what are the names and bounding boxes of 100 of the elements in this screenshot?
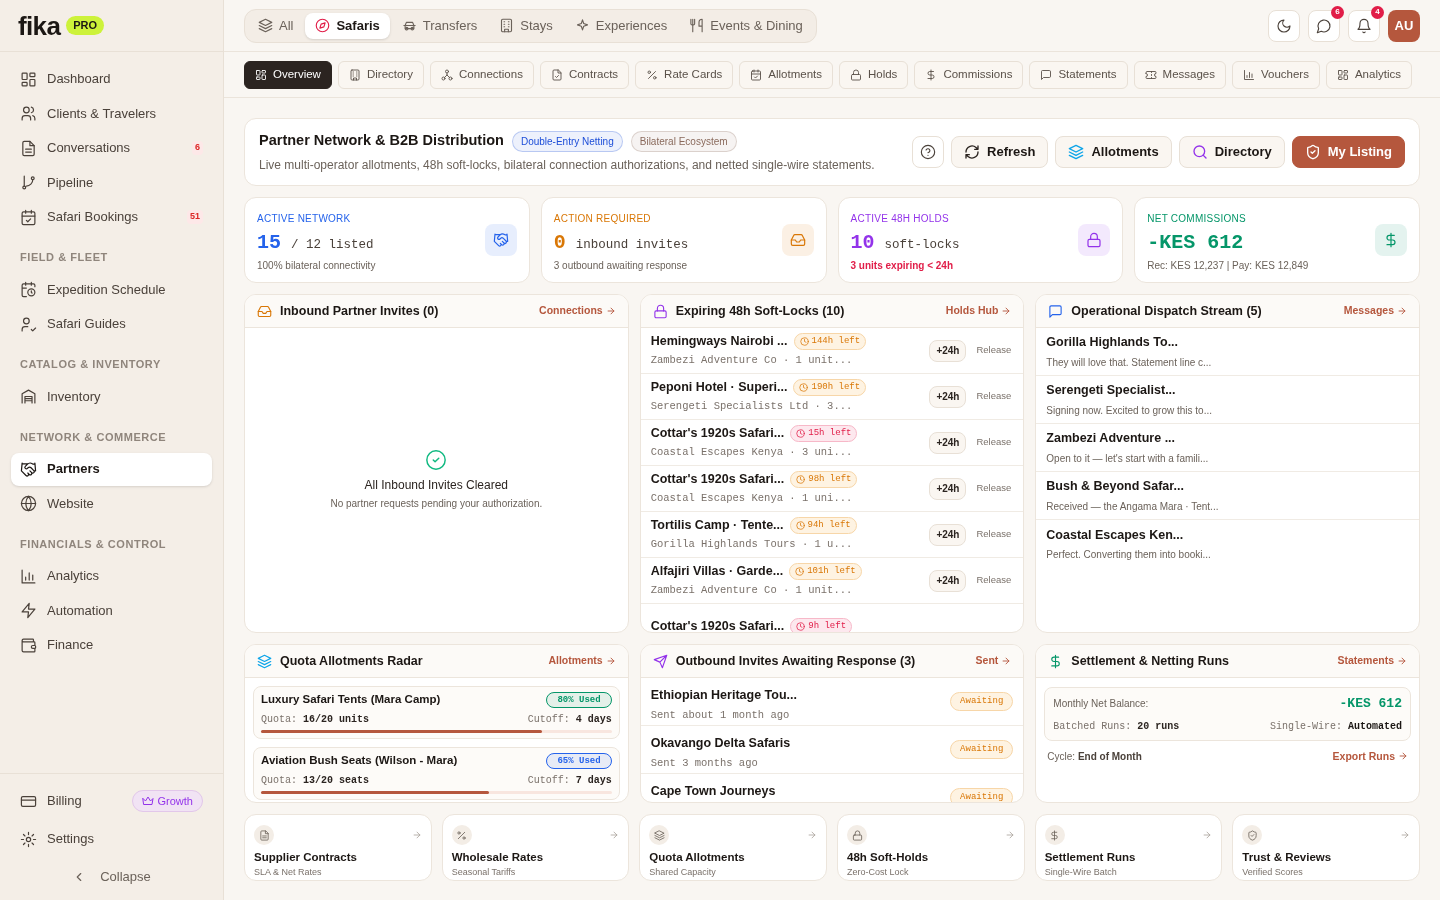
shortcut-card[interactable]: Trust & Reviews Verified Scores [1232, 814, 1420, 881]
action-button[interactable]: Allotments [1055, 136, 1172, 168]
message-row[interactable]: Serengeti Specialist... Signing now. Excited to grow this to... [1036, 376, 1419, 424]
message-row[interactable]: Bush & Beyond Safar... Received — the Angama Mara · Tent... [1036, 472, 1419, 520]
hold-subtitle: Coastal Escapes Kenya · 3 uni... [650, 445, 854, 460]
collapse-button[interactable]: Collapse [11, 860, 212, 894]
action-button[interactable]: My Listing [1291, 136, 1405, 168]
action-button[interactable]: Directory [1178, 136, 1285, 168]
utensils-icon [689, 18, 705, 33]
extend-button[interactable]: +24h [929, 431, 967, 454]
hold-title: Cottar's 1920s Safari... [650, 425, 785, 443]
category-tab[interactable]: Stays [489, 12, 563, 39]
nav-item[interactable]: Pipeline [11, 166, 212, 199]
nav-item[interactable]: Expedition Schedule [11, 273, 212, 306]
extend-button[interactable]: +24h [929, 339, 967, 362]
cycle-text: Cycle: End of Month [1047, 749, 1142, 764]
nav-item[interactable]: Automation [11, 594, 212, 627]
message-row[interactable]: Zambezi Adventure ... Open to it — let's start with a famili... [1036, 424, 1419, 472]
extend-button[interactable]: +24h [929, 523, 967, 546]
shortcut-card[interactable]: Wholesale Rates Seasonal Tariffs [441, 814, 630, 881]
subtab[interactable]: Connections [429, 60, 534, 89]
shortcut-card[interactable]: Supplier Contracts SLA & Net Rates [244, 814, 432, 881]
message-preview: Received — the Angama Mara · Tent... [1046, 499, 1220, 514]
release-button[interactable]: Release [976, 527, 1012, 542]
status-badge: Awaiting [950, 787, 1014, 802]
nav-item[interactable]: Inventory [11, 380, 212, 413]
subtab[interactable]: Vouchers [1232, 60, 1320, 89]
category-tab[interactable]: Experiences [564, 12, 678, 39]
page-subtitle: Live multi-operator allotments, 48h soft-locks, bilateral connection authorizations, and netted single-wire statements. [259, 156, 875, 174]
user-avatar[interactable]: AU [1388, 9, 1420, 42]
wallet-icon [20, 636, 37, 654]
subtab[interactable]: Messages [1133, 60, 1226, 89]
category-tab[interactable]: Transfers [391, 12, 488, 39]
category-tab[interactable]: Safaris [305, 12, 390, 39]
action-button[interactable]: Refresh [951, 136, 1049, 168]
nav-item[interactable]: Settings [11, 822, 212, 856]
extend-button[interactable]: +24h [929, 385, 967, 408]
release-button[interactable]: Release [976, 573, 1012, 588]
hold-subtitle: Coastal Escapes Kenya · 1 uni... [650, 491, 854, 506]
nav-item[interactable]: Finance [11, 628, 212, 662]
message-row[interactable]: Coastal Escapes Ken... Perfect. Converting them into booki... [1036, 520, 1419, 568]
page-title: Partner Network & B2B Distribution [259, 131, 504, 151]
release-button[interactable]: Release [976, 435, 1012, 450]
help-button[interactable] [912, 136, 945, 168]
theme-toggle-button[interactable] [1268, 9, 1300, 42]
arrow-right-icon [605, 656, 616, 666]
category-tab[interactable]: Events & Dining [679, 12, 813, 39]
building-icon [20, 388, 37, 405]
nav-item[interactable]: Conversations 6 [11, 131, 212, 165]
billing-item[interactable]: Billing Growth [11, 784, 212, 818]
panel-link[interactable]: Holds Hub [945, 303, 1012, 319]
nav-item[interactable]: Analytics [11, 559, 212, 593]
clock-icon [799, 383, 809, 393]
layers-icon [1068, 144, 1085, 160]
shortcut-card[interactable]: Quota Allotments Shared Capacity [639, 814, 827, 881]
subtab[interactable]: Overview [244, 60, 332, 89]
export-link[interactable]: Export Runs [1332, 748, 1408, 765]
chat-icon [1316, 17, 1332, 34]
subtab[interactable]: Analytics [1325, 60, 1412, 89]
nav-item[interactable]: Partners [11, 452, 212, 486]
clock-icon [795, 567, 805, 577]
nav-item[interactable]: Safari Bookings 51 [11, 200, 212, 234]
stat-label: ACTION REQUIRED [553, 212, 652, 226]
usage-badge: 65% Used [546, 753, 612, 769]
time-badge: 15h left [790, 424, 858, 443]
message-row[interactable]: Gorilla Highlands To... They will love that. Statement line c... [1036, 328, 1419, 376]
message-preview: Signing now. Excited to grow this to... [1046, 403, 1213, 418]
extend-button[interactable]: +24h [929, 569, 967, 592]
nav-item[interactable]: Dashboard [11, 62, 212, 96]
count-badge: 4 [1371, 5, 1384, 19]
release-button[interactable]: Release [976, 389, 1012, 404]
subtab[interactable]: Contracts [539, 60, 630, 89]
category-tab[interactable]: All [248, 12, 304, 39]
release-button[interactable]: Release [976, 481, 1012, 496]
subtab[interactable]: Statements [1029, 60, 1128, 89]
panel-title: Expiring 48h Soft-Locks (10) [675, 302, 845, 320]
extend-button[interactable]: +24h [929, 477, 967, 500]
subtab[interactable]: Directory [337, 60, 424, 89]
nav-item[interactable]: Clients & Travelers [11, 97, 212, 130]
panel-link[interactable]: Connections [539, 303, 616, 319]
shortcut-subtitle: Seasonal Tariffs [451, 866, 517, 880]
search-icon [1191, 144, 1208, 160]
subtab[interactable]: Holds [838, 60, 909, 89]
panel-link[interactable]: Sent [975, 653, 1012, 669]
panel-link[interactable]: Messages [1343, 303, 1407, 319]
quota-text: Quota: 13/20 seats [261, 773, 370, 788]
subtab[interactable]: Commissions [914, 60, 1024, 89]
shortcut-card[interactable]: 48h Soft-Holds Zero-Cost Lock [837, 814, 1025, 881]
plan-badge: Growth [131, 789, 203, 813]
panel-link[interactable]: Allotments [548, 653, 616, 669]
nav-item[interactable]: Safari Guides [11, 307, 212, 341]
pro-badge: PRO [66, 16, 105, 35]
stat-value: 15 [257, 230, 281, 256]
wire-text: Single-Wire: Automated [1269, 719, 1402, 734]
nav-item[interactable]: Website [11, 487, 212, 520]
shortcut-card[interactable]: Settlement Runs Single-Wire Batch [1034, 814, 1223, 881]
subtab[interactable]: Rate Cards [635, 60, 734, 89]
subtab[interactable]: Allotments [739, 60, 833, 89]
release-button[interactable]: Release [976, 343, 1012, 358]
panel-link[interactable]: Statements [1337, 653, 1407, 669]
